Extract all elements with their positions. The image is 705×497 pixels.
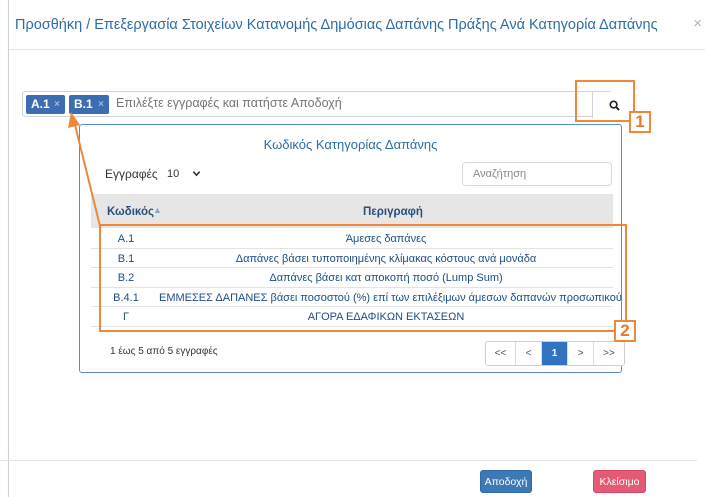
- callout-2-box: [99, 224, 627, 332]
- column-header-code[interactable]: Κωδικός: [107, 206, 154, 218]
- table-search-input[interactable]: Αναζήτηση: [462, 162, 612, 186]
- modal-title: Προσθήκη / Επεξεργασία Στοιχείων Κατανομ…: [15, 17, 658, 33]
- selection-input[interactable]: [116, 96, 556, 110]
- column-header-description[interactable]: Περιγραφή: [363, 206, 423, 218]
- remove-tag-icon[interactable]: ×: [98, 99, 104, 110]
- page-1-button[interactable]: 1: [542, 342, 568, 365]
- page-previous-button[interactable]: <: [516, 342, 542, 365]
- close-button[interactable]: Κλείσιμο: [593, 470, 646, 493]
- records-length-label: Εγγραφές: [105, 167, 158, 181]
- page-first-button[interactable]: <<: [486, 342, 516, 365]
- accept-button[interactable]: Αποδοχή: [480, 470, 532, 493]
- page-last-button[interactable]: >>: [594, 342, 624, 365]
- callout-2-label: 2: [614, 320, 636, 342]
- records-length-select[interactable]: 10: [167, 168, 179, 180]
- panel-title: Κωδικός Κατηγορίας Δαπάνης: [263, 137, 438, 152]
- selected-tag-a1: A.1 ×: [26, 95, 65, 114]
- selected-tag-b1: B.1 ×: [69, 95, 109, 114]
- callout-1-box: [575, 80, 635, 122]
- modal-header: Προσθήκη / Επεξεργασία Στοιχείων Κατανομ…: [9, 0, 705, 50]
- table-header: Κωδικός ▲ Περιγραφή: [91, 194, 613, 228]
- selection-multiselect[interactable]: A.1 × B.1 ×: [22, 91, 635, 118]
- callout-1-label: 1: [629, 111, 651, 133]
- page-next-button[interactable]: >: [568, 342, 594, 365]
- close-icon[interactable]: ×: [693, 15, 702, 32]
- tag-label: B.1: [74, 97, 93, 111]
- tag-label: A.1: [31, 97, 50, 111]
- pagination: << < 1 > >>: [485, 341, 625, 366]
- table-info: 1 έως 5 από 5 εγγραφές: [110, 346, 218, 357]
- remove-tag-icon[interactable]: ×: [54, 99, 60, 110]
- chevron-down-icon[interactable]: [192, 169, 201, 178]
- sort-ascending-icon[interactable]: ▲: [153, 205, 162, 215]
